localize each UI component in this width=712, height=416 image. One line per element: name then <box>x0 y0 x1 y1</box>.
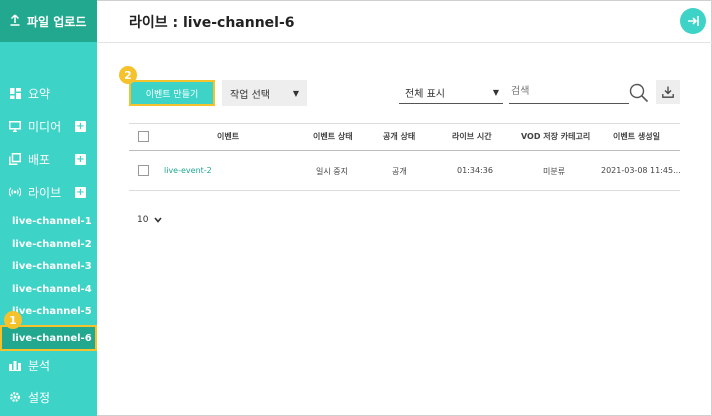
sidebar-item-settings[interactable]: 설정 <box>0 386 97 408</box>
broadcast-icon <box>9 186 21 198</box>
sidebar-item-label: 분석 <box>28 358 51 373</box>
column-header-status: 이벤트 상태 <box>313 132 353 141</box>
chevron-down-icon: ▼ <box>492 88 499 97</box>
table-header-divider <box>129 150 680 151</box>
copy-icon <box>9 153 21 165</box>
add-distribution-button[interactable]: + <box>75 153 86 165</box>
header-divider <box>97 42 712 43</box>
sidebar-item-distribution[interactable]: 배포 + <box>0 148 97 170</box>
cell-created: 2021-03-08 11:45... <box>601 166 681 175</box>
exit-icon <box>686 14 700 28</box>
sidebar-item-analytics[interactable]: 분석 <box>0 354 97 376</box>
page-size-value: 10 <box>137 215 149 225</box>
search-input[interactable] <box>509 80 629 104</box>
sidebar-channel-2[interactable]: live-channel-2 <box>0 234 97 254</box>
monitor-icon <box>9 120 21 132</box>
column-header-live-time: 라이브 시간 <box>452 132 492 141</box>
sidebar-item-media[interactable]: 미디어 + <box>0 115 97 137</box>
page-title: 라이브 : live-channel-6 <box>129 15 295 31</box>
sidebar-item-label: 요약 <box>28 86 51 101</box>
search-icon <box>629 83 651 103</box>
cell-live-time: 01:34:36 <box>457 166 493 175</box>
create-event-button[interactable]: 이벤트 만들기 <box>129 80 215 106</box>
gear-icon <box>9 391 21 403</box>
search-button[interactable] <box>629 83 651 105</box>
chevron-down-icon: ▼ <box>292 89 299 98</box>
bar-chart-icon <box>9 359 21 371</box>
cell-vod-category: 미분류 <box>543 167 566 176</box>
column-header-event: 이벤트 <box>217 132 240 141</box>
logout-button[interactable] <box>680 8 706 34</box>
sidebar-channel-4[interactable]: live-channel-4 <box>0 279 97 299</box>
add-live-button[interactable]: + <box>75 186 86 198</box>
action-select-dropdown[interactable]: 작업 선택 ▼ <box>222 80 307 106</box>
row-checkbox[interactable] <box>138 165 149 176</box>
step-marker-1: 1 <box>4 311 22 329</box>
event-name-link[interactable]: live-event-2 <box>164 166 212 175</box>
cell-status: 일시 중지 <box>316 167 348 176</box>
select-all-checkbox[interactable] <box>138 131 149 142</box>
sidebar-channel-3[interactable]: live-channel-3 <box>0 256 97 276</box>
column-header-created: 이벤트 생성일 <box>613 132 660 141</box>
sidebar-item-live[interactable]: 라이브 + <box>0 181 97 203</box>
file-upload-label: 파일 업로드 <box>27 14 87 29</box>
display-filter-dropdown[interactable]: 전체 표시 ▼ <box>399 82 503 104</box>
sidebar-channel-6[interactable]: live-channel-6 <box>0 325 97 351</box>
sidebar-item-label: 라이브 <box>28 185 62 200</box>
action-select-label: 작업 선택 <box>230 89 270 101</box>
cell-visibility: 공개 <box>392 167 407 176</box>
sidebar: 파일 업로드 요약 미디어 + 배포 + 라이브 + live-channel-… <box>0 0 97 416</box>
sidebar-item-summary[interactable]: 요약 <box>0 82 97 104</box>
sidebar-item-label: 배포 <box>28 152 51 167</box>
display-filter-label: 전체 표시 <box>405 89 445 100</box>
chevron-down-icon <box>154 216 163 225</box>
page-size-dropdown[interactable]: 10 <box>137 215 163 225</box>
step-marker-2: 2 <box>119 66 137 84</box>
download-icon <box>662 86 674 98</box>
upload-icon <box>9 13 21 29</box>
table-row-divider <box>129 190 680 191</box>
file-upload-button[interactable]: 파일 업로드 <box>0 0 97 42</box>
column-header-vod-category: VOD 저장 카테고리 <box>521 132 591 141</box>
table-top-border <box>129 123 680 124</box>
sidebar-item-label: 미디어 <box>28 119 62 134</box>
column-header-visibility: 공개 상태 <box>383 132 416 141</box>
dashboard-icon <box>9 87 21 99</box>
sidebar-channel-1[interactable]: live-channel-1 <box>0 211 97 231</box>
page-frame <box>0 0 712 416</box>
add-media-button[interactable]: + <box>75 120 86 132</box>
download-button[interactable] <box>656 80 680 104</box>
sidebar-item-label: 설정 <box>28 390 51 405</box>
